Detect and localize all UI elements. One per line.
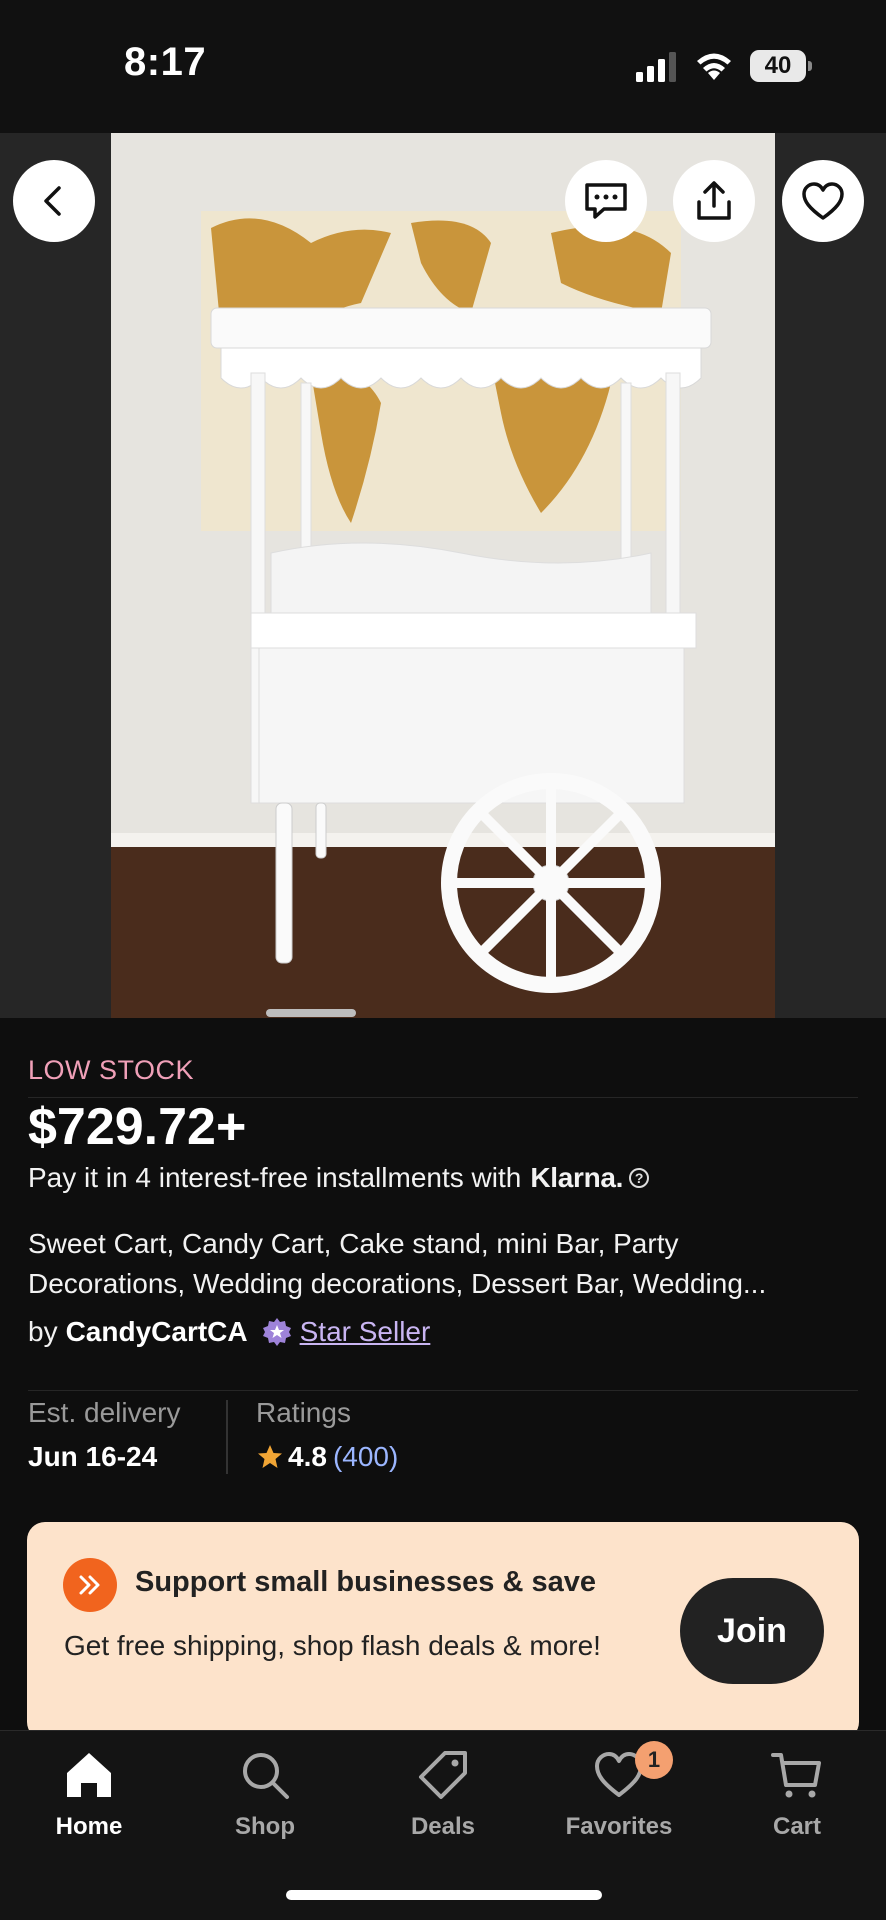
battery-tip xyxy=(808,61,812,71)
battery-level: 40 xyxy=(750,50,806,82)
ratings-value-row: 4.8 (400) xyxy=(256,1441,398,1473)
battery-indicator: 40 xyxy=(750,50,812,82)
tab-cart[interactable]: Cart xyxy=(727,1747,867,1841)
message-seller-button[interactable] xyxy=(565,160,647,242)
share-button[interactable] xyxy=(673,160,755,242)
star-seller-badge-icon xyxy=(262,1318,291,1346)
tab-label: Favorites xyxy=(565,1813,673,1840)
product-photo xyxy=(111,133,775,1018)
promo-card: Support small businesses & save Get free… xyxy=(27,1522,859,1740)
message-icon xyxy=(585,183,627,219)
chevron-left-icon xyxy=(44,186,61,216)
promo-title: Support small businesses & save xyxy=(135,1566,596,1598)
home-icon xyxy=(67,1753,111,1797)
ratings-label: Ratings xyxy=(256,1397,351,1428)
tab-label: Shop xyxy=(235,1813,295,1840)
low-stock-label: LOW STOCK xyxy=(28,1055,195,1085)
status-time: 8:17 xyxy=(124,40,207,84)
ratings-summary[interactable]: Ratings 4.8 (400) xyxy=(256,1397,398,1473)
back-button[interactable] xyxy=(13,160,95,242)
product-title-line: Decorations, Wedding decorations, Desser… xyxy=(28,1268,767,1299)
seller-by-label: by xyxy=(28,1316,58,1347)
klarna-logo: Klarna. xyxy=(530,1162,624,1193)
heart-icon xyxy=(802,182,844,220)
cart-icon xyxy=(771,1753,821,1798)
star-icon xyxy=(258,1445,282,1468)
tab-home[interactable]: Home xyxy=(19,1747,159,1841)
product-price: $729.72+ xyxy=(28,1098,247,1156)
search-icon xyxy=(243,1753,289,1799)
tab-label: Cart xyxy=(772,1813,821,1840)
seller-name-link[interactable]: CandyCartCA xyxy=(66,1316,248,1348)
tab-shop[interactable]: Shop xyxy=(195,1747,335,1841)
status-bar: 8:17 40 xyxy=(0,0,886,133)
product-title-line: Sweet Cart, Candy Cart, Cake stand, mini… xyxy=(28,1228,679,1259)
delivery-estimate: Est. delivery Jun 16-24 xyxy=(28,1397,181,1473)
favorite-button[interactable] xyxy=(782,160,864,242)
image-pager-indicator xyxy=(266,1009,356,1017)
help-icon[interactable]: ? xyxy=(629,1168,650,1188)
tab-label: Deals xyxy=(410,1813,476,1840)
tab-label: Home xyxy=(55,1813,123,1840)
join-button[interactable]: Join xyxy=(680,1578,824,1684)
wifi-icon xyxy=(697,53,731,80)
rating-value: 4.8 xyxy=(288,1441,327,1472)
chevrons-right-icon xyxy=(79,1575,100,1595)
installments-text: Pay it in 4 interest-free installments w… xyxy=(28,1162,522,1193)
delivery-value: Jun 16-24 xyxy=(28,1441,158,1472)
favorites-badge: 1 xyxy=(635,1741,673,1779)
tab-favorites[interactable]: Favorites 1 xyxy=(549,1741,689,1841)
delivery-label: Est. delivery xyxy=(28,1397,181,1428)
rating-count[interactable]: (400) xyxy=(333,1441,398,1473)
installments-row[interactable]: Pay it in 4 interest-free installments w… xyxy=(28,1162,650,1194)
tab-deals[interactable]: Deals xyxy=(373,1747,513,1841)
product-title[interactable]: Sweet Cart, Candy Cart, Cake stand, mini… xyxy=(28,1224,864,1304)
signal-icon xyxy=(636,52,676,82)
home-indicator xyxy=(286,1890,602,1900)
promo-badge xyxy=(63,1558,117,1612)
tag-icon xyxy=(419,1751,467,1799)
meta-separator xyxy=(226,1400,228,1474)
share-icon xyxy=(697,181,731,220)
promo-text: Get free shipping, shop flash deals & mo… xyxy=(64,1630,601,1661)
divider xyxy=(28,1390,858,1391)
seller-row: by CandyCartCA Star Seller xyxy=(28,1316,430,1348)
product-image-gallery[interactable] xyxy=(0,133,886,1018)
star-seller-link[interactable]: Star Seller xyxy=(300,1316,431,1348)
